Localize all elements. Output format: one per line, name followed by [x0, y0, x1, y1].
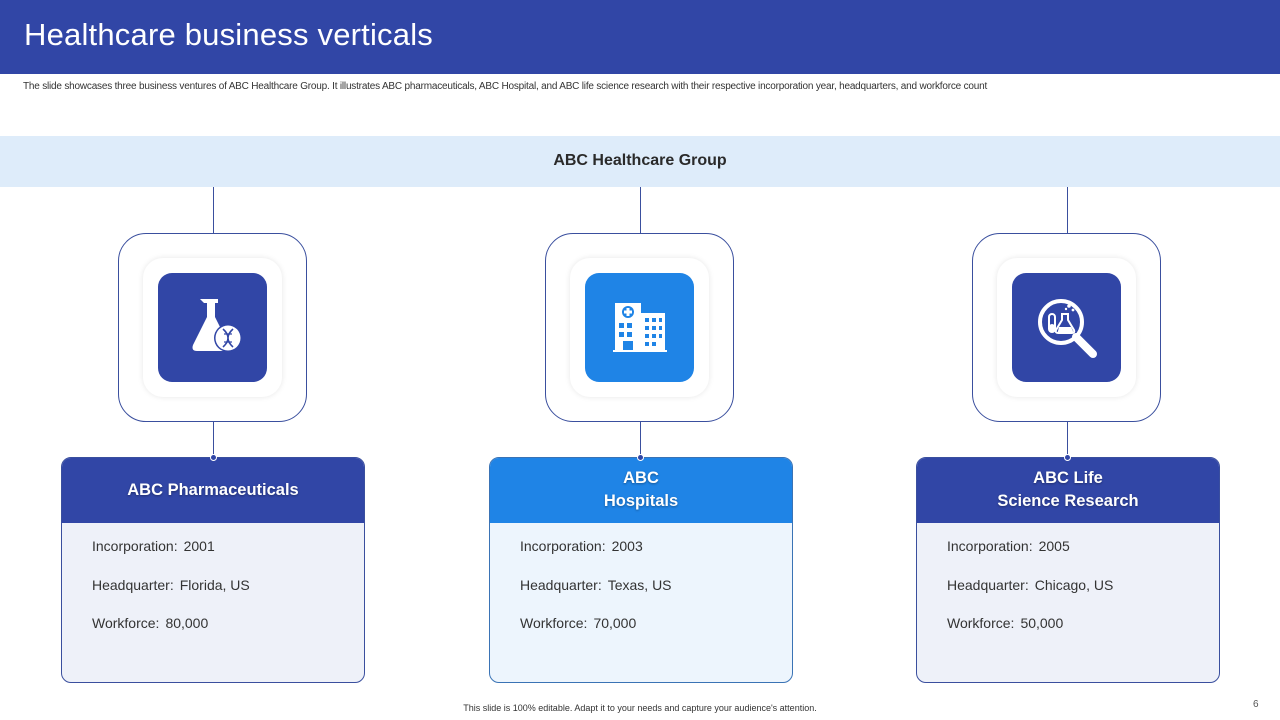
incorporation-label: Incorporation: — [520, 538, 606, 554]
page-number: 6 — [1253, 699, 1259, 710]
connector-line — [1067, 187, 1068, 233]
connector-line — [640, 187, 641, 233]
slide-header: Healthcare business verticals — [0, 0, 1280, 74]
connector-line — [213, 187, 214, 233]
slide-description: The slide showcases three business ventu… — [23, 81, 988, 92]
card-details: Incorporation: 2001 Headquarter: Florida, … — [92, 538, 250, 654]
connector-dot — [210, 454, 217, 461]
headquarter-value: Chicago, US — [1034, 576, 1114, 593]
vertical-card-life-science-research: ABC Life Science Research Incorporation:… — [916, 457, 1220, 683]
workforce-row: Workforce: 50,000 — [947, 615, 1113, 654]
card-details: Incorporation: 2005 Headquarter: Chicago, … — [947, 538, 1113, 654]
headquarter-label: Headquarter: — [92, 576, 174, 593]
card-header: ABC Pharmaceuticals — [62, 458, 364, 523]
headquarter-row: Headquarter: Chicago, US — [947, 577, 1113, 616]
icon-holder — [997, 258, 1136, 397]
card-title: ABC Pharmaceuticals — [127, 480, 299, 499]
connector-dot — [637, 454, 644, 461]
headquarter-value: Texas, US — [607, 576, 672, 593]
incorporation-row: Incorporation: 2001 — [92, 538, 250, 577]
slide-title: Healthcare business verticals — [24, 17, 433, 52]
incorporation-value: 2001 — [183, 538, 215, 554]
headquarter-row: Headquarter: Florida, US — [92, 577, 250, 616]
workforce-label: Workforce: — [520, 615, 588, 631]
flask-dna-icon — [158, 273, 267, 382]
workforce-label: Workforce: — [947, 615, 1015, 631]
headquarter-value: Florida, US — [179, 576, 250, 593]
workforce-row: Workforce: 70,000 — [520, 615, 672, 654]
card-header: ABC Hospitals — [490, 458, 792, 523]
headquarter-label: Headquarter: — [520, 576, 602, 593]
group-banner: ABC Healthcare Group — [0, 136, 1280, 187]
connector-line — [1067, 422, 1068, 457]
connector-line — [213, 422, 214, 457]
icon-holder — [143, 258, 282, 397]
headquarter-row: Headquarter: Texas, US — [520, 577, 672, 616]
card-title: ABC Life Science Research — [997, 469, 1139, 510]
icon-holder — [570, 258, 709, 397]
incorporation-row: Incorporation: 2005 — [947, 538, 1113, 577]
vertical-card-pharmaceuticals: ABC Pharmaceuticals Incorporation: 2001 H… — [61, 457, 365, 683]
workforce-value: 80,000 — [165, 615, 209, 631]
lab-magnifier-icon — [1012, 273, 1121, 382]
card-details: Incorporation: 2003 Headquarter: Texas, US… — [520, 538, 672, 654]
workforce-row: Workforce: 80,000 — [92, 615, 250, 654]
card-title: ABC Hospitals — [603, 469, 679, 510]
hospital-building-icon — [585, 273, 694, 382]
connector-dot — [1064, 454, 1071, 461]
incorporation-row: Incorporation: 2003 — [520, 538, 672, 577]
workforce-value: 50,000 — [1020, 615, 1064, 631]
incorporation-label: Incorporation: — [92, 538, 178, 554]
incorporation-label: Incorporation: — [947, 538, 1033, 554]
hospital-icon-frame — [545, 233, 734, 422]
incorporation-value: 2005 — [1038, 538, 1070, 554]
card-header: ABC Life Science Research — [917, 458, 1219, 523]
footer-note: This slide is 100% editable. Adapt it to… — [463, 703, 817, 713]
headquarter-label: Headquarter: — [947, 576, 1029, 593]
vertical-card-hospitals: ABC Hospitals Incorporation: 2003 Headqua… — [489, 457, 793, 683]
workforce-value: 70,000 — [593, 615, 637, 631]
connector-line — [640, 422, 641, 457]
group-label: ABC Healthcare Group — [553, 152, 727, 169]
workforce-label: Workforce: — [92, 615, 160, 631]
incorporation-value: 2003 — [611, 538, 643, 554]
pharma-icon-frame — [118, 233, 307, 422]
research-icon-frame — [972, 233, 1161, 422]
